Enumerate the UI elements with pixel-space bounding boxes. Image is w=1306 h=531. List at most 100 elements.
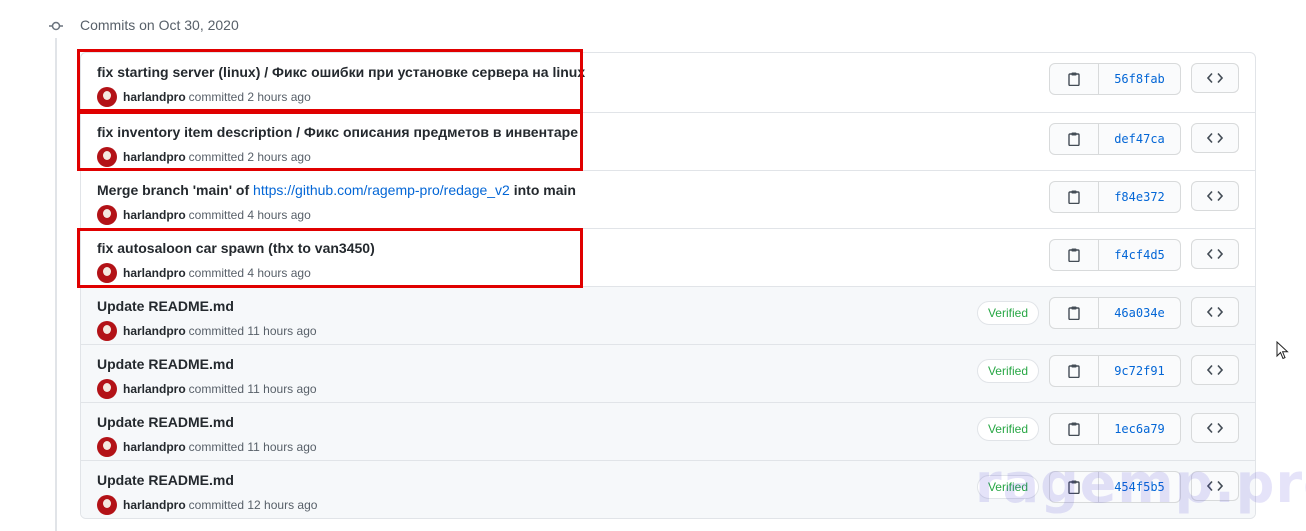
- sha-button-group: f84e372: [1049, 181, 1181, 213]
- author-name[interactable]: harlandpro: [123, 90, 186, 104]
- code-icon: [1207, 248, 1223, 260]
- commit-time: 2 hours ago: [247, 90, 311, 104]
- author-avatar[interactable]: [97, 437, 117, 457]
- commit-time: 2 hours ago: [247, 150, 311, 164]
- commit-meta: harlandpro committed 11 hours ago: [97, 321, 317, 341]
- copy-sha-button[interactable]: [1050, 64, 1099, 94]
- commit-title-prefix[interactable]: Merge branch 'main' of: [97, 182, 253, 198]
- code-icon: [1207, 306, 1223, 318]
- commit-meta: harlandpro committed 11 hours ago: [97, 379, 317, 399]
- browse-repo-button[interactable]: [1191, 181, 1239, 211]
- watermark: ragemp.pro: [975, 452, 1306, 515]
- commit-time: 11 hours ago: [247, 382, 317, 396]
- browse-repo-button[interactable]: [1191, 297, 1239, 327]
- commit-node-icon: [49, 21, 63, 31]
- verified-badge[interactable]: Verified: [976, 301, 1039, 325]
- author-avatar[interactable]: [97, 205, 117, 225]
- timeline-line: [55, 38, 57, 531]
- clipboard-icon: [1068, 248, 1080, 262]
- commit-action: committed: [188, 208, 245, 222]
- commit-action: committed: [188, 324, 245, 338]
- author-name[interactable]: harlandpro: [123, 382, 186, 396]
- code-icon: [1207, 132, 1223, 144]
- commit-meta: harlandpro committed 4 hours ago: [97, 205, 311, 225]
- author-avatar[interactable]: [97, 379, 117, 399]
- browse-repo-button[interactable]: [1191, 355, 1239, 385]
- author-avatar[interactable]: [97, 147, 117, 167]
- browse-repo-button[interactable]: [1191, 239, 1239, 269]
- copy-sha-button[interactable]: [1050, 414, 1099, 444]
- copy-sha-button[interactable]: [1050, 182, 1099, 212]
- commit-time: 11 hours ago: [247, 440, 317, 454]
- author-avatar[interactable]: [97, 263, 117, 283]
- verified-badge[interactable]: Verified: [976, 359, 1039, 383]
- commit-sha-link[interactable]: 46a034e: [1099, 298, 1180, 328]
- code-icon: [1207, 364, 1223, 376]
- browse-repo-button[interactable]: [1191, 413, 1239, 443]
- code-icon: [1207, 72, 1223, 84]
- commit-row: fix inventory item description / Фикс оп…: [81, 112, 1255, 170]
- commit-list: fix starting server (linux) / Фикс ошибк…: [80, 52, 1256, 519]
- commit-title-link[interactable]: Update README.md: [97, 414, 234, 430]
- copy-sha-button[interactable]: [1050, 240, 1099, 270]
- sha-button-group: 1ec6a79: [1049, 413, 1181, 445]
- commit-row: Update README.md harlandpro committed 11…: [81, 286, 1255, 344]
- browse-repo-button[interactable]: [1191, 123, 1239, 153]
- code-icon: [1207, 422, 1223, 434]
- commit-sha-link[interactable]: f84e372: [1099, 182, 1180, 212]
- sha-button-group: 9c72f91: [1049, 355, 1181, 387]
- sha-button-group: def47ca: [1049, 123, 1181, 155]
- commit-action: committed: [188, 498, 245, 512]
- commit-meta: harlandpro committed 4 hours ago: [97, 263, 311, 283]
- author-name[interactable]: harlandpro: [123, 324, 186, 338]
- commit-title-link[interactable]: Update README.md: [97, 356, 234, 372]
- commit-sha-link[interactable]: f4cf4d5: [1099, 240, 1180, 270]
- commit-title-link[interactable]: fix inventory item description / Фикс оп…: [97, 124, 578, 140]
- clipboard-icon: [1068, 72, 1080, 86]
- code-icon: [1207, 190, 1223, 202]
- commit-title: Merge branch 'main' of https://github.co…: [97, 182, 576, 198]
- commit-sha-link[interactable]: 9c72f91: [1099, 356, 1180, 386]
- commit-action: committed: [188, 266, 245, 280]
- copy-sha-button[interactable]: [1050, 356, 1099, 386]
- commit-meta: harlandpro committed 2 hours ago: [97, 147, 311, 167]
- commit-title-link[interactable]: Update README.md: [97, 298, 234, 314]
- verified-badge[interactable]: Verified: [976, 417, 1039, 441]
- copy-sha-button[interactable]: [1050, 298, 1099, 328]
- author-name[interactable]: harlandpro: [123, 150, 186, 164]
- commit-action: committed: [188, 440, 245, 454]
- browse-repo-button[interactable]: [1191, 63, 1239, 93]
- commit-title-link[interactable]: fix starting server (linux) / Фикс ошибк…: [97, 64, 585, 80]
- commit-sha-link[interactable]: def47ca: [1099, 124, 1180, 154]
- author-avatar[interactable]: [97, 87, 117, 107]
- author-name[interactable]: harlandpro: [123, 266, 186, 280]
- commit-row: fix starting server (linux) / Фикс ошибк…: [81, 53, 1255, 112]
- clipboard-icon: [1068, 132, 1080, 146]
- author-avatar[interactable]: [97, 495, 117, 515]
- clipboard-icon: [1068, 364, 1080, 378]
- commit-action: committed: [188, 382, 245, 396]
- clipboard-icon: [1068, 422, 1080, 436]
- author-name[interactable]: harlandpro: [123, 498, 186, 512]
- commit-title-suffix[interactable]: into main: [510, 182, 576, 198]
- commit-meta: harlandpro committed 12 hours ago: [97, 495, 317, 515]
- author-avatar[interactable]: [97, 321, 117, 341]
- commit-action: committed: [188, 90, 245, 104]
- mouse-pointer-icon: [1276, 341, 1289, 360]
- copy-sha-button[interactable]: [1050, 124, 1099, 154]
- commit-time: 11 hours ago: [247, 324, 317, 338]
- commit-title-link[interactable]: Update README.md: [97, 472, 234, 488]
- sha-button-group: f4cf4d5: [1049, 239, 1181, 271]
- commit-title-url-link[interactable]: https://github.com/ragemp-pro/redage_v2: [253, 182, 510, 198]
- commit-row: Update README.md harlandpro committed 11…: [81, 344, 1255, 402]
- commit-sha-link[interactable]: 1ec6a79: [1099, 414, 1180, 444]
- commit-meta: harlandpro committed 2 hours ago: [97, 87, 311, 107]
- commit-time: 4 hours ago: [247, 208, 311, 222]
- author-name[interactable]: harlandpro: [123, 440, 186, 454]
- commit-sha-link[interactable]: 56f8fab: [1099, 64, 1180, 94]
- commit-row: fix autosaloon car spawn (thx to van3450…: [81, 228, 1255, 286]
- sha-button-group: 46a034e: [1049, 297, 1181, 329]
- commit-action: committed: [188, 150, 245, 164]
- commit-title-link[interactable]: fix autosaloon car spawn (thx to van3450…: [97, 240, 375, 256]
- author-name[interactable]: harlandpro: [123, 208, 186, 222]
